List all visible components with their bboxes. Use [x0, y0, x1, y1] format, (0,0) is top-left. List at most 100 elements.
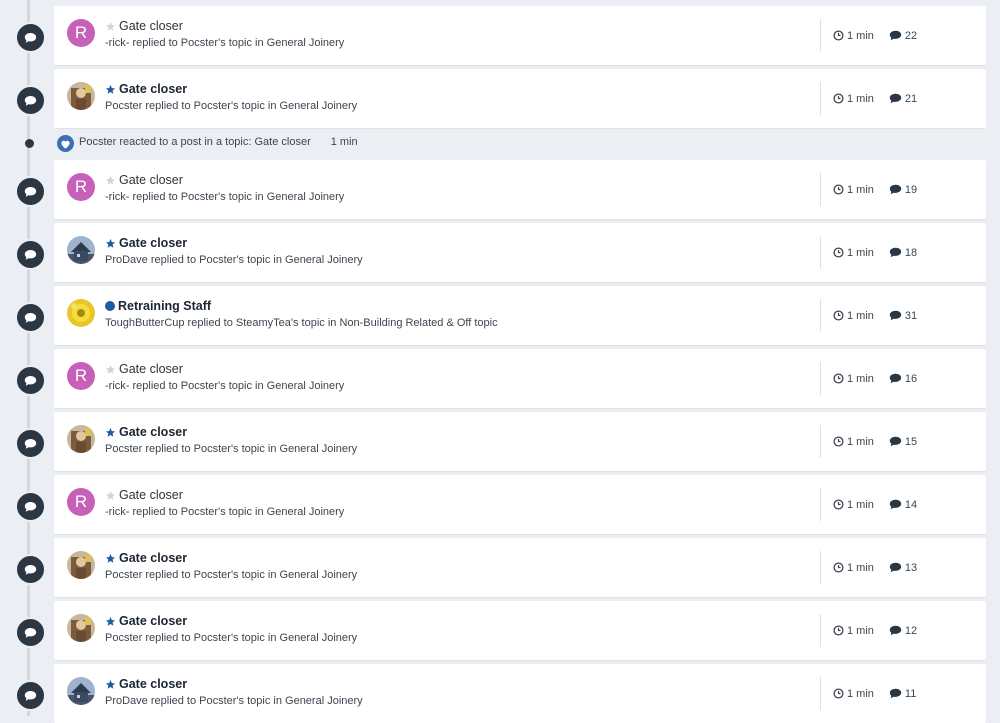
- reaction-text[interactable]: Pocster reacted to a post in a topic: Ga…: [79, 136, 311, 148]
- reply-count: 14: [904, 498, 918, 511]
- activity-description: Pocster replied to Pocster's topic in Ge…: [105, 100, 358, 112]
- comment-icon: [889, 436, 905, 447]
- title-line: Gate closer: [105, 82, 187, 96]
- comment-timeline-icon: [15, 85, 46, 116]
- topic-title-link[interactable]: Gate closer: [119, 614, 187, 628]
- time-stat: 1 min: [833, 436, 874, 448]
- star-outline-icon: [105, 490, 116, 501]
- topic-title-link[interactable]: Gate closer: [119, 362, 183, 376]
- activity-card[interactable]: R Gate closer -rick- replied to Pocster's …: [54, 6, 986, 65]
- topic-title-link[interactable]: Gate closer: [119, 236, 187, 250]
- topic-title-link[interactable]: Gate closer: [119, 425, 187, 439]
- topic-title-link[interactable]: Gate closer: [119, 19, 183, 33]
- time-ago: 1 min: [847, 372, 874, 385]
- user-avatar[interactable]: R: [67, 19, 95, 47]
- comment-timeline-icon: [15, 491, 46, 522]
- topic-title-link[interactable]: Gate closer: [119, 82, 187, 96]
- activity-card[interactable]: Gate closer Pocster replied to Pocster's …: [54, 601, 986, 660]
- activity-description: Pocster replied to Pocster's topic in Ge…: [105, 632, 358, 644]
- replies-stat: 16: [889, 373, 917, 385]
- time-ago: 1 min: [847, 498, 874, 511]
- star-icon: [105, 553, 116, 564]
- activity-card[interactable]: Gate closer Pocster replied to Pocster's …: [54, 412, 986, 471]
- reaction-time: 1 min: [330, 136, 358, 148]
- replies-stat: 31: [889, 310, 917, 322]
- activity-card[interactable]: R Gate closer -rick- replied to Pocster's …: [54, 160, 986, 219]
- item-stats: 1 min 22: [820, 19, 932, 52]
- user-avatar[interactable]: [67, 614, 95, 642]
- activity-card[interactable]: R Gate closer -rick- replied to Pocster's …: [54, 349, 986, 408]
- user-avatar[interactable]: R: [67, 362, 95, 390]
- item-stats: 1 min 11: [820, 677, 931, 710]
- activity-card[interactable]: Retraining Staff ToughButterCup replied t…: [54, 286, 986, 345]
- title-line: Retraining Staff: [105, 299, 211, 313]
- comment-timeline-icon: [15, 302, 46, 333]
- time-stat: 1 min: [833, 373, 874, 385]
- comment-icon: [889, 184, 905, 195]
- replies-stat: 22: [889, 30, 917, 42]
- comment-timeline-icon: [15, 22, 46, 53]
- reply-count: 19: [904, 183, 918, 196]
- clock-icon: [833, 688, 847, 699]
- comment-timeline-icon: [15, 554, 46, 585]
- comment-icon: [889, 373, 905, 384]
- topic-title-link[interactable]: Gate closer: [119, 488, 183, 502]
- activity-card[interactable]: Gate closer Pocster replied to Pocster's …: [54, 538, 986, 597]
- replies-stat: 14: [889, 499, 917, 511]
- comment-timeline-icon: [15, 239, 46, 270]
- clock-icon: [833, 30, 847, 41]
- time-stat: 1 min: [833, 688, 874, 700]
- activity-card[interactable]: Gate closer Pocster replied to Pocster's …: [54, 69, 986, 128]
- topic-title-link[interactable]: Gate closer: [119, 677, 187, 691]
- title-line: Gate closer: [105, 551, 187, 565]
- reply-count: 18: [904, 246, 918, 259]
- time-stat: 1 min: [833, 184, 874, 196]
- topic-title-link[interactable]: Gate closer: [119, 173, 183, 187]
- replies-stat: 12: [889, 625, 917, 637]
- topic-title-link[interactable]: Gate closer: [119, 551, 187, 565]
- clock-icon: [833, 625, 847, 636]
- topic-title-link[interactable]: Retraining Staff: [118, 299, 211, 313]
- user-avatar[interactable]: R: [67, 173, 95, 201]
- reaction-item: Pocster reacted to a post in a topic: Ga…: [0, 128, 1000, 158]
- comment-timeline-icon: [15, 617, 46, 648]
- activity-card[interactable]: Gate closer ProDave replied to Pocster's …: [54, 223, 986, 282]
- replies-stat: 13: [889, 562, 917, 574]
- activity-card[interactable]: Gate closer ProDave replied to Pocster's …: [54, 664, 986, 723]
- comment-timeline-icon: [15, 428, 46, 459]
- user-avatar[interactable]: [67, 677, 95, 705]
- time-stat: 1 min: [833, 562, 874, 574]
- comment-icon: [889, 562, 905, 573]
- user-avatar[interactable]: [67, 551, 95, 579]
- clock-icon: [833, 184, 847, 195]
- comment-icon: [889, 625, 905, 636]
- user-avatar[interactable]: [67, 425, 95, 453]
- reply-count: 31: [904, 309, 918, 322]
- comment-icon: [889, 93, 905, 104]
- activity-card[interactable]: R Gate closer -rick- replied to Pocster's …: [54, 475, 986, 534]
- user-avatar[interactable]: [67, 236, 95, 264]
- comment-timeline-icon: [15, 365, 46, 396]
- time-ago: 1 min: [847, 687, 874, 700]
- replies-stat: 18: [889, 247, 917, 259]
- replies-stat: 11: [889, 688, 916, 700]
- reaction-text-line: Pocster reacted to a post in a topic: Ga…: [79, 136, 358, 148]
- activity-description: Pocster replied to Pocster's topic in Ge…: [105, 569, 358, 581]
- star-icon: [105, 679, 116, 690]
- time-ago: 1 min: [847, 309, 874, 322]
- replies-stat: 19: [889, 184, 917, 196]
- time-ago: 1 min: [847, 624, 874, 637]
- user-avatar[interactable]: R: [67, 488, 95, 516]
- clock-icon: [833, 499, 847, 510]
- time-ago: 1 min: [847, 29, 874, 42]
- clock-icon: [833, 562, 847, 573]
- clock-icon: [833, 436, 847, 447]
- user-avatar[interactable]: [67, 299, 95, 327]
- user-avatar[interactable]: [67, 82, 95, 110]
- reply-count: 15: [904, 435, 918, 448]
- title-line: Gate closer: [105, 19, 183, 33]
- star-icon: [105, 238, 116, 249]
- star-outline-icon: [105, 364, 116, 375]
- time-ago: 1 min: [847, 435, 874, 448]
- unread-dot-icon: [105, 301, 115, 311]
